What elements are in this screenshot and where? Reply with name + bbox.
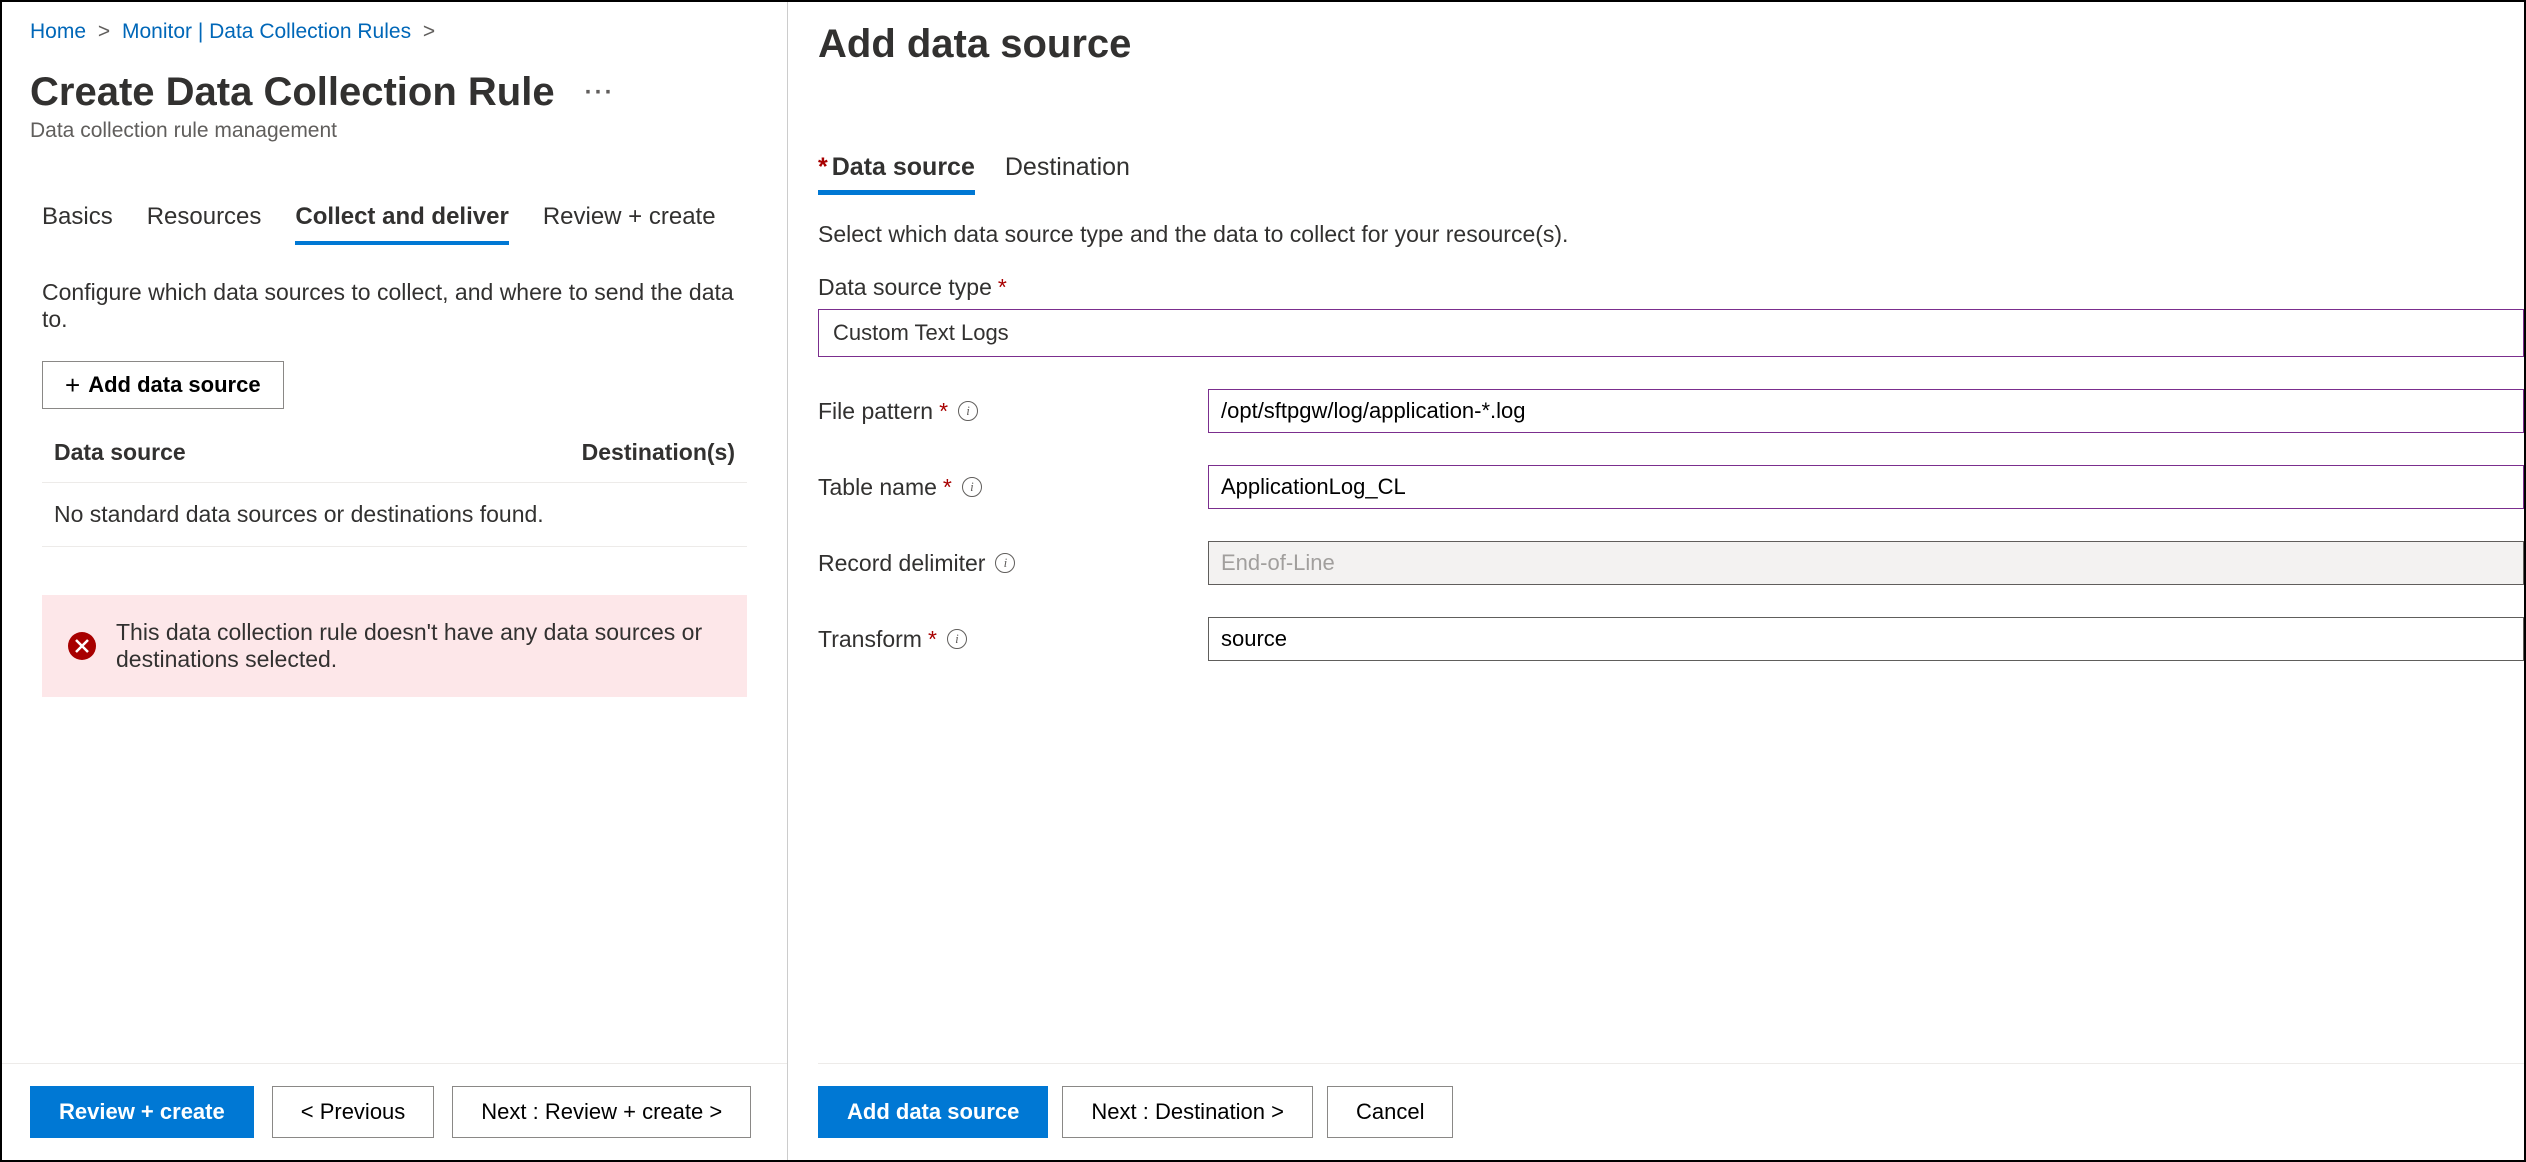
data-source-type-field: Data source type * Custom Text Logs xyxy=(818,274,2524,357)
info-icon[interactable]: i xyxy=(958,401,978,421)
breadcrumb: Home > Monitor | Data Collection Rules > xyxy=(2,2,787,44)
required-asterisk: * xyxy=(939,398,948,425)
col-data-source: Data source xyxy=(54,439,186,466)
required-asterisk: * xyxy=(818,153,828,181)
panel-title: Add data source xyxy=(818,2,2524,67)
more-icon[interactable]: ··· xyxy=(585,79,615,107)
info-icon[interactable]: i xyxy=(947,629,967,649)
panel-footer: Add data source Next : Destination > Can… xyxy=(818,1063,2524,1160)
transform-input[interactable] xyxy=(1208,617,2524,661)
add-data-source-submit-button[interactable]: Add data source xyxy=(818,1086,1048,1138)
tab-data-source[interactable]: *Data source xyxy=(818,153,975,195)
add-data-source-panel: Add data source *Data source Destination… xyxy=(788,2,2524,1160)
plus-icon: + xyxy=(65,372,80,398)
table-header: Data source Destination(s) xyxy=(42,439,747,483)
error-message: This data collection rule doesn't have a… xyxy=(116,619,721,673)
record-delimiter-input xyxy=(1208,541,2524,585)
tab-review-create[interactable]: Review + create xyxy=(543,203,716,245)
record-delimiter-field: Record delimiter i xyxy=(818,541,2524,585)
data-source-type-label: Data source type * xyxy=(818,274,2524,301)
main-content: Home > Monitor | Data Collection Rules >… xyxy=(2,2,788,1160)
tab-collect-deliver[interactable]: Collect and deliver xyxy=(295,203,508,245)
table-name-label: Table name * i xyxy=(818,474,1208,501)
wizard-tabs: Basics Resources Collect and deliver Rev… xyxy=(2,143,787,245)
required-asterisk: * xyxy=(998,274,1007,301)
tab-basics[interactable]: Basics xyxy=(42,203,113,245)
chevron-right-icon: > xyxy=(98,20,110,43)
transform-field: Transform * i xyxy=(818,617,2524,661)
table-name-input[interactable] xyxy=(1208,465,2524,509)
col-destinations: Destination(s) xyxy=(582,439,735,466)
info-icon[interactable]: i xyxy=(995,553,1015,573)
next-button[interactable]: Next : Review + create > xyxy=(452,1086,751,1138)
wizard-footer: Review + create < Previous Next : Review… xyxy=(2,1063,787,1160)
tab-resources[interactable]: Resources xyxy=(147,203,262,245)
file-pattern-field: File pattern * i xyxy=(818,389,2524,433)
file-pattern-label: File pattern * i xyxy=(818,398,1208,425)
add-data-source-label: Add data source xyxy=(88,372,260,398)
transform-label: Transform * i xyxy=(818,626,1208,653)
next-destination-button[interactable]: Next : Destination > xyxy=(1062,1086,1313,1138)
breadcrumb-monitor[interactable]: Monitor | Data Collection Rules xyxy=(122,20,411,43)
record-delimiter-label: Record delimiter i xyxy=(818,550,1208,577)
tab-destination[interactable]: Destination xyxy=(1005,153,1130,195)
add-data-source-button[interactable]: + Add data source xyxy=(42,361,284,409)
previous-button[interactable]: < Previous xyxy=(272,1086,435,1138)
page-title: Create Data Collection Rule ··· xyxy=(2,70,787,115)
page-title-text: Create Data Collection Rule xyxy=(30,70,555,115)
error-banner: This data collection rule doesn't have a… xyxy=(42,595,747,697)
page-subtitle: Data collection rule management xyxy=(2,115,787,143)
cancel-button[interactable]: Cancel xyxy=(1327,1086,1453,1138)
required-asterisk: * xyxy=(928,626,937,653)
panel-description: Select which data source type and the da… xyxy=(818,221,2524,248)
table-row: No standard data sources or destinations… xyxy=(42,483,747,547)
info-icon[interactable]: i xyxy=(962,477,982,497)
panel-tabs: *Data source Destination xyxy=(818,153,2524,195)
section-description: Configure which data sources to collect,… xyxy=(42,279,747,333)
tab-data-source-label: Data source xyxy=(832,153,975,181)
review-create-button[interactable]: Review + create xyxy=(30,1086,254,1138)
file-pattern-input[interactable] xyxy=(1208,389,2524,433)
required-asterisk: * xyxy=(943,474,952,501)
table-name-field: Table name * i xyxy=(818,465,2524,509)
error-icon xyxy=(68,632,96,660)
breadcrumb-home[interactable]: Home xyxy=(30,20,86,43)
chevron-right-icon: > xyxy=(423,20,435,43)
tab-content: Configure which data sources to collect,… xyxy=(2,245,787,1063)
data-source-type-select[interactable]: Custom Text Logs xyxy=(818,309,2524,357)
